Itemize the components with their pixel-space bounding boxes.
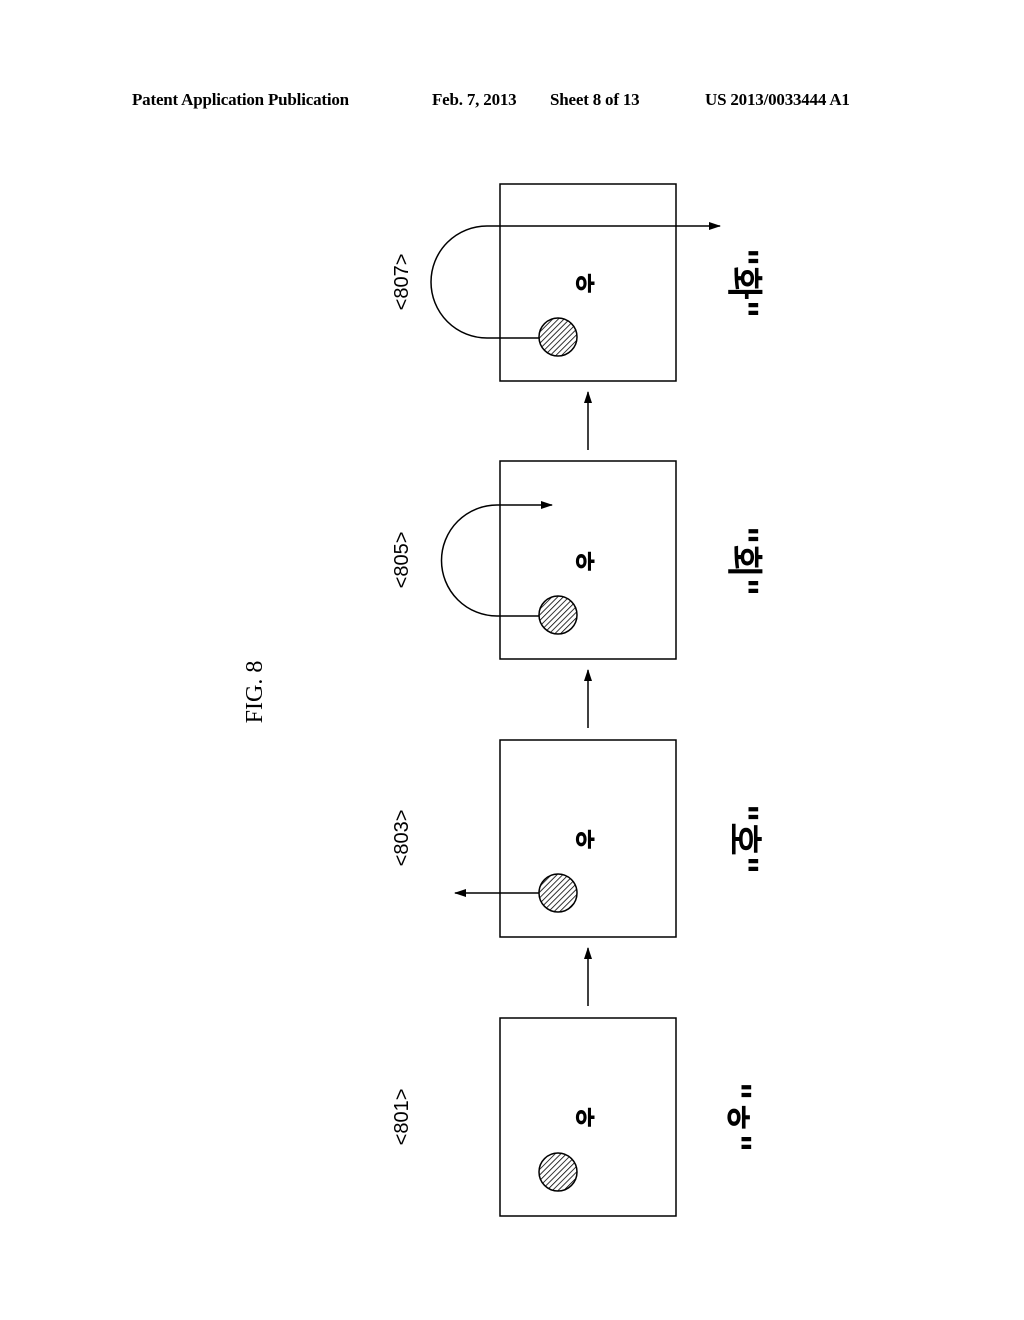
panel-805: <805> ㅎ "회" <box>391 460 764 660</box>
touch-point-icon <box>538 317 578 357</box>
key-character: ㅎ <box>566 825 601 853</box>
drag-path <box>440 501 553 617</box>
touch-point-icon <box>538 873 578 913</box>
output-text: "회" <box>723 526 764 597</box>
figure-8-diagram: FIG. 8 <807> ㅎ "화" <805> ㅎ "회" <803> ㅎ "… <box>242 183 764 1217</box>
figure-title: FIG. 8 <box>242 661 268 724</box>
output-text: "화" <box>723 248 764 319</box>
panel-label: <807> <box>391 254 413 311</box>
key-character: ㅎ <box>566 547 601 575</box>
touch-point-icon <box>538 1152 578 1192</box>
panel-807: <807> ㅎ "화" <box>391 183 764 382</box>
key-character: ㅎ <box>566 1103 601 1131</box>
touch-point-icon <box>538 595 578 635</box>
panel-label: <805> <box>391 532 413 589</box>
panel-label: <803> <box>391 810 413 867</box>
output-text: "ㅎ" <box>716 1082 757 1153</box>
panel-803: <803> ㅎ "호" <box>391 739 764 938</box>
panel-label: <801> <box>391 1089 413 1146</box>
panel-801: <801> ㅎ "ㅎ" <box>391 1017 757 1217</box>
output-text: "호" <box>723 804 764 875</box>
key-character: ㅎ <box>566 269 601 297</box>
